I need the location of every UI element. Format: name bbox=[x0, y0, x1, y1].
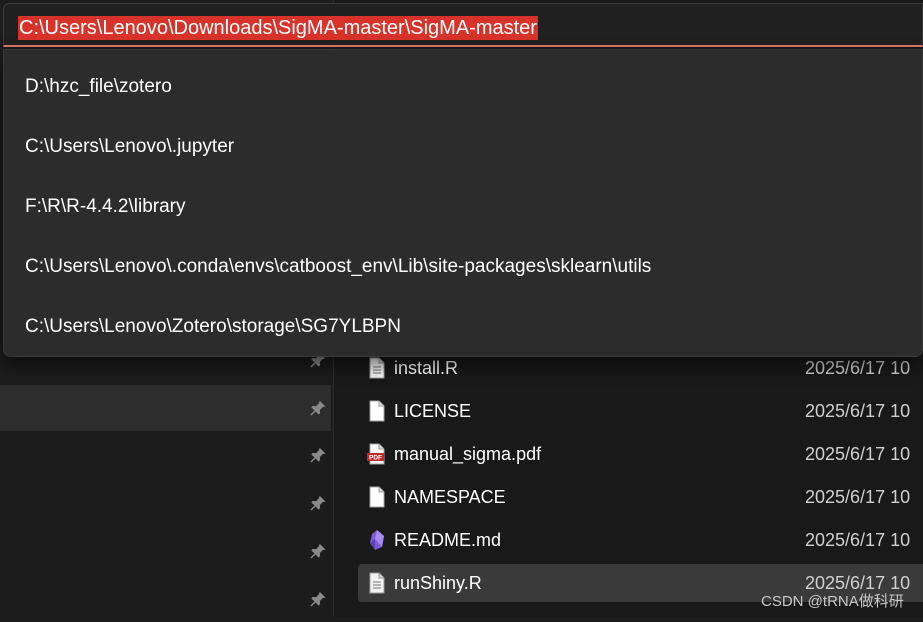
svg-text:PDF: PDF bbox=[369, 455, 382, 462]
document-icon bbox=[369, 572, 385, 594]
suggestion-item[interactable]: D:\hzc_file\zotero bbox=[25, 67, 172, 107]
pin-icon[interactable] bbox=[309, 399, 327, 417]
nav-item[interactable] bbox=[0, 480, 331, 526]
document-icon bbox=[369, 357, 385, 379]
nav-item-selected[interactable] bbox=[0, 385, 331, 431]
address-input[interactable]: C:\Users\Lenovo\Downloads\SigMA-master\S… bbox=[18, 16, 538, 40]
file-name[interactable]: manual_sigma.pdf bbox=[394, 435, 541, 473]
file-date: 2025/6/17 10 bbox=[805, 401, 911, 421]
file-name[interactable]: README.md bbox=[394, 521, 501, 559]
pdf-icon: PDF bbox=[367, 443, 385, 465]
suggestion-item[interactable]: C:\Users\Lenovo\Zotero\storage\SG7YLBPN bbox=[25, 307, 401, 347]
nav-item[interactable] bbox=[0, 432, 331, 478]
pin-icon[interactable] bbox=[309, 494, 327, 512]
nav-item[interactable] bbox=[0, 576, 331, 622]
address-bar[interactable]: C:\Users\Lenovo\Downloads\SigMA-master\S… bbox=[3, 3, 923, 47]
file-row[interactable]: NAMESPACE 2025/6/17 10 bbox=[358, 478, 923, 516]
watermark: CSDN @tRNA做科研 bbox=[761, 593, 904, 610]
obsidian-icon bbox=[370, 530, 384, 550]
file-row[interactable]: LICENSE 2025/6/17 10 bbox=[358, 392, 923, 430]
file-row[interactable]: README.md 2025/6/17 10 bbox=[358, 521, 923, 559]
nav-item[interactable] bbox=[0, 528, 331, 574]
blank-file-icon bbox=[369, 400, 385, 422]
pin-icon[interactable] bbox=[309, 590, 327, 608]
file-row[interactable]: PDF manual_sigma.pdf 2025/6/17 10 bbox=[358, 435, 923, 473]
file-name[interactable]: LICENSE bbox=[394, 392, 471, 430]
file-name[interactable]: runShiny.R bbox=[394, 564, 482, 602]
file-date: 2025/6/17 10 bbox=[805, 487, 911, 507]
file-name[interactable]: NAMESPACE bbox=[394, 478, 506, 516]
suggestion-item[interactable]: C:\Users\Lenovo\.conda\envs\catboost_env… bbox=[25, 247, 651, 287]
address-suggestions-dropdown: D:\hzc_file\zotero C:\Users\Lenovo\.jupy… bbox=[3, 49, 923, 357]
suggestion-item[interactable]: C:\Users\Lenovo\.jupyter bbox=[25, 127, 234, 167]
pin-icon[interactable] bbox=[309, 446, 327, 464]
pin-icon[interactable] bbox=[309, 542, 327, 560]
file-date: 2025/6/17 10 bbox=[805, 444, 911, 464]
suggestion-item[interactable]: F:\R\R-4.4.2\library bbox=[25, 187, 185, 227]
blank-file-icon bbox=[369, 486, 385, 508]
file-date: 2025/6/17 10 bbox=[805, 530, 911, 550]
